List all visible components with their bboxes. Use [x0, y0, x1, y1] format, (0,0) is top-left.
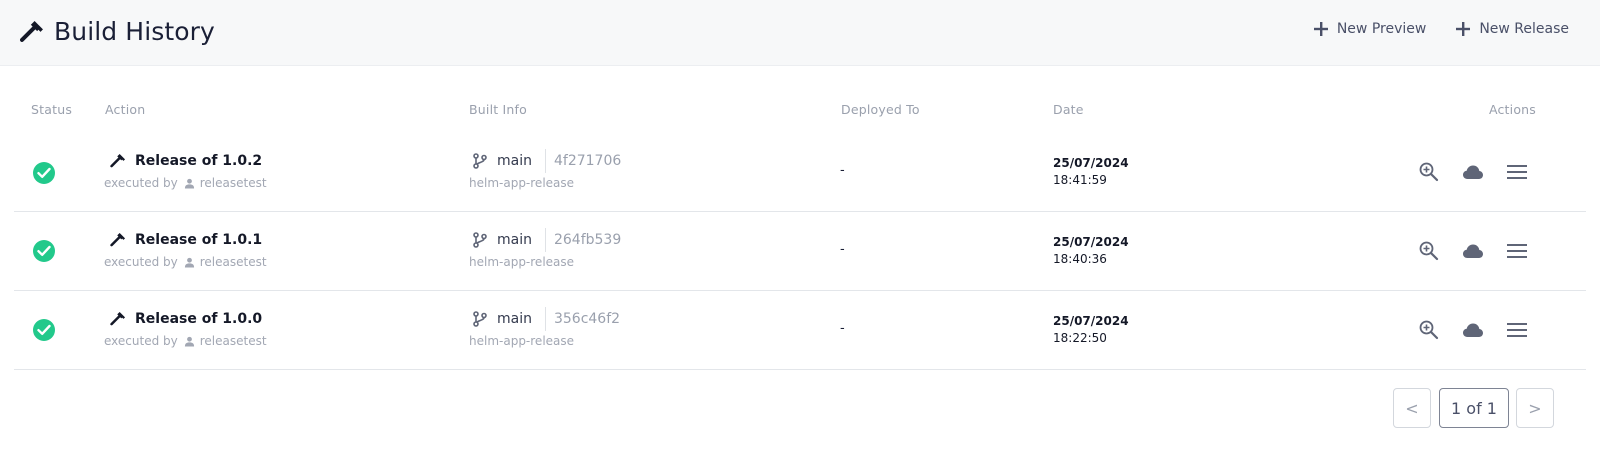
page-title-group: Build History — [18, 17, 215, 46]
hammer-icon — [110, 153, 126, 168]
zoom-in-icon[interactable] — [1418, 319, 1440, 341]
repo-name: helm-app-release — [469, 255, 575, 269]
build-title-label: Release of 1.0.1 — [135, 232, 263, 248]
build-date-time: 18:41:59 — [1053, 173, 1107, 187]
build-title[interactable]: Release of 1.0.1 — [109, 231, 262, 249]
deployed-to: - — [840, 163, 845, 178]
divider — [544, 149, 546, 173]
build-date: 25/07/2024 18:22:50 — [1053, 313, 1129, 347]
hammer-icon — [110, 232, 126, 247]
build-date-time: 18:22:50 — [1053, 331, 1107, 345]
build-branch-info: main 264fb539 — [472, 228, 621, 252]
page-title: Build History — [54, 17, 215, 46]
divider — [544, 228, 546, 252]
executed-by-user: releasetest — [199, 334, 267, 348]
build-title[interactable]: Release of 1.0.0 — [109, 310, 262, 328]
executed-by-label: executed by — [104, 334, 178, 348]
plus-icon — [1456, 22, 1471, 36]
hammer-icon — [110, 311, 126, 326]
executed-by: executed by releasetest — [104, 176, 267, 190]
new-release-button[interactable]: New Release — [1455, 21, 1569, 37]
executed-by-user: releasetest — [199, 176, 267, 190]
divider — [544, 307, 546, 331]
commit-hash[interactable]: 4f271706 — [554, 153, 621, 169]
column-header-built-info: Built Info — [469, 102, 527, 117]
build-date-day: 25/07/2024 — [1053, 314, 1129, 328]
build-date: 25/07/2024 18:40:36 — [1053, 234, 1129, 268]
branch-name: main — [497, 311, 532, 327]
build-branch-info: main 4f271706 — [472, 149, 621, 173]
table-row: Release of 1.0.0 executed by releasetest… — [14, 291, 1586, 370]
git-branch-icon — [473, 311, 487, 327]
next-page-button[interactable]: > — [1516, 388, 1554, 428]
column-header-status: Status — [31, 102, 73, 117]
menu-icon[interactable] — [1506, 161, 1528, 183]
user-icon — [184, 178, 194, 189]
status-success-icon — [33, 319, 55, 341]
page-indicator: 1 of 1 — [1439, 388, 1509, 428]
table-row: Release of 1.0.2 executed by releasetest… — [14, 133, 1586, 212]
commit-hash[interactable]: 264fb539 — [554, 232, 621, 248]
commit-hash[interactable]: 356c46f2 — [554, 311, 620, 327]
plus-icon — [1313, 22, 1328, 36]
build-title-label: Release of 1.0.2 — [135, 153, 263, 169]
column-header-action: Action — [105, 102, 146, 117]
build-title[interactable]: Release of 1.0.2 — [109, 152, 262, 170]
branch-name: main — [497, 153, 532, 169]
executed-by: executed by releasetest — [104, 255, 267, 269]
page-header: Build History New Preview New Release — [0, 0, 1600, 66]
table-row: Release of 1.0.1 executed by releasetest… — [14, 212, 1586, 291]
row-actions — [1418, 319, 1528, 341]
build-branch-info: main 356c46f2 — [472, 307, 620, 331]
row-actions — [1418, 240, 1528, 262]
build-title-label: Release of 1.0.0 — [135, 311, 263, 327]
executed-by-label: executed by — [104, 176, 178, 190]
menu-icon[interactable] — [1506, 319, 1528, 341]
build-date-time: 18:40:36 — [1053, 252, 1107, 266]
build-date-day: 25/07/2024 — [1053, 156, 1129, 170]
deployed-to: - — [840, 321, 845, 336]
executed-by-label: executed by — [104, 255, 178, 269]
status-success-icon — [33, 162, 55, 184]
new-release-label: New Release — [1479, 21, 1569, 37]
menu-icon[interactable] — [1506, 240, 1528, 262]
column-header-deployed-to: Deployed To — [841, 102, 920, 117]
git-branch-icon — [473, 153, 487, 169]
new-preview-label: New Preview — [1336, 21, 1427, 37]
executed-by: executed by releasetest — [104, 334, 267, 348]
column-header-date: Date — [1053, 102, 1084, 117]
zoom-in-icon[interactable] — [1418, 240, 1440, 262]
row-actions — [1418, 161, 1528, 183]
new-preview-button[interactable]: New Preview — [1313, 21, 1426, 37]
deployed-to: - — [840, 242, 845, 257]
build-date-day: 25/07/2024 — [1053, 235, 1129, 249]
repo-name: helm-app-release — [469, 176, 575, 190]
cloud-icon[interactable] — [1462, 240, 1484, 262]
build-date: 25/07/2024 18:41:59 — [1053, 155, 1129, 189]
user-icon — [184, 257, 194, 268]
user-icon — [184, 336, 194, 347]
header-actions: New Preview New Release — [1313, 21, 1569, 37]
status-success-icon — [33, 240, 55, 262]
executed-by-user: releasetest — [199, 255, 267, 269]
column-header-actions: Actions — [1488, 102, 1536, 117]
cloud-icon[interactable] — [1462, 161, 1484, 183]
hammer-icon — [19, 20, 43, 42]
zoom-in-icon[interactable] — [1418, 161, 1440, 183]
repo-name: helm-app-release — [469, 334, 575, 348]
cloud-icon[interactable] — [1462, 319, 1484, 341]
branch-name: main — [497, 232, 532, 248]
prev-page-button[interactable]: < — [1393, 388, 1431, 428]
git-branch-icon — [473, 232, 487, 248]
